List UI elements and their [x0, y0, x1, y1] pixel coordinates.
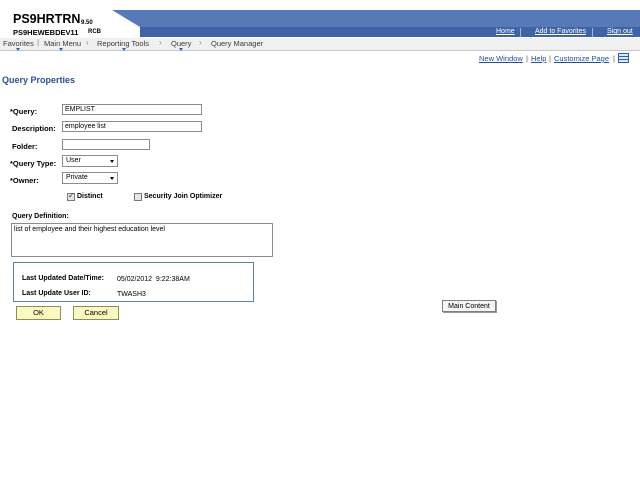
new-window-link[interactable]: New Window: [479, 54, 523, 63]
cancel-button[interactable]: Cancel: [73, 306, 119, 320]
system-name: PS9HRTRN: [13, 12, 81, 26]
sign-out-link[interactable]: Sign out: [607, 28, 633, 35]
query-type-label: *Query Type:: [10, 159, 57, 168]
breadcrumb-query[interactable]: Query: [171, 39, 191, 48]
chevron-down-icon: [110, 160, 114, 163]
customize-page-link[interactable]: Customize Page: [554, 54, 609, 63]
menu-bar: [0, 38, 640, 51]
query-type-value: User: [66, 157, 81, 164]
query-input[interactable]: EMPLIST: [62, 104, 202, 115]
home-link[interactable]: Home: [496, 28, 515, 35]
system-version: 9.50: [81, 20, 93, 26]
owner-select[interactable]: Private: [62, 172, 118, 184]
last-updated-datetime-label: Last Updated Date/Time:: [22, 275, 104, 282]
query-definition-textarea[interactable]: list of employee and their highest educa…: [11, 223, 273, 257]
page-title: Query Properties: [2, 75, 76, 85]
folder-input[interactable]: [62, 139, 150, 150]
description-input[interactable]: employee list: [62, 121, 202, 132]
header-divider: [520, 28, 521, 37]
help-link[interactable]: Help: [531, 54, 546, 63]
add-to-favorites-link[interactable]: Add to Favorites: [535, 28, 586, 35]
ok-button[interactable]: OK: [16, 306, 61, 320]
query-type-select[interactable]: User: [62, 155, 118, 167]
last-update-user-label: Last Update User ID:: [22, 290, 91, 297]
link-separator: |: [549, 54, 551, 63]
database-name: PS9HEWEBDEV11: [13, 28, 79, 37]
query-dropdown-icon: [179, 48, 183, 51]
last-updated-datetime-value: 05/02/2012 9:22:38AM: [117, 276, 190, 283]
favorites-menu[interactable]: Favorites: [3, 39, 34, 48]
distinct-label: Distinct: [77, 193, 103, 200]
grid-icon[interactable]: [618, 53, 629, 63]
main-menu[interactable]: Main Menu: [44, 39, 81, 48]
security-join-optimizer-label: Security Join Optimizer: [144, 193, 223, 200]
breadcrumb-query-manager[interactable]: Query Manager: [211, 39, 263, 48]
breadcrumb-separator: ›: [199, 38, 202, 47]
main-content-tooltip: Main Content: [442, 300, 496, 312]
breadcrumb-separator: ›: [86, 38, 89, 47]
last-update-user-value: TWASH3: [117, 291, 146, 298]
chevron-down-icon: [110, 177, 114, 180]
link-separator: |: [613, 54, 615, 63]
header-band: [112, 10, 640, 27]
user-code: RCB: [88, 29, 101, 35]
menu-divider: |: [37, 38, 40, 47]
reporting-tools-dropdown-icon: [122, 48, 126, 51]
favorites-dropdown-icon: [16, 48, 20, 51]
query-label: *Query:: [10, 107, 38, 116]
breadcrumb-reporting-tools[interactable]: Reporting Tools: [97, 39, 149, 48]
link-separator: |: [526, 54, 528, 63]
owner-label: *Owner:: [10, 176, 39, 185]
owner-value: Private: [66, 174, 88, 181]
distinct-checkbox[interactable]: [67, 191, 75, 201]
folder-label: Folder:: [12, 142, 38, 151]
query-definition-label: Query Definition:: [12, 213, 69, 220]
header-divider: [592, 28, 593, 37]
main-menu-dropdown-icon: [59, 48, 63, 51]
security-join-optimizer-checkbox[interactable]: [134, 193, 142, 201]
breadcrumb-separator: ›: [159, 38, 162, 47]
description-label: Description:: [12, 124, 56, 133]
